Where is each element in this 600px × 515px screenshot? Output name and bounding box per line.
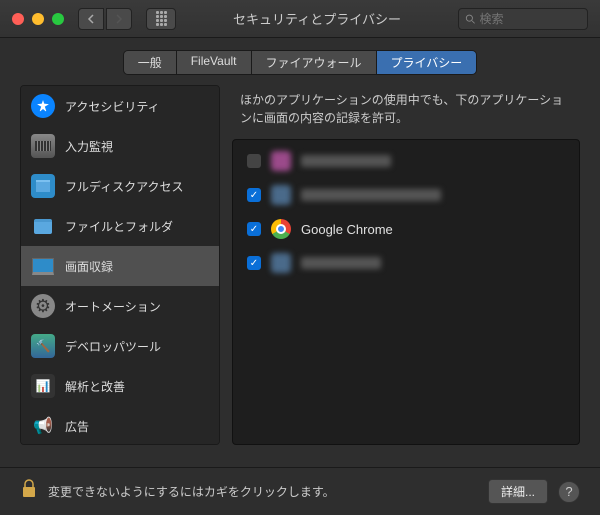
sidebar-item-disk[interactable]: フルディスクアクセス (21, 166, 219, 206)
sidebar-item-dev[interactable]: デベロッパツール (21, 326, 219, 366)
app-list[interactable]: ✓ ✓ Google Chrome ✓ (232, 139, 580, 445)
app-name: Google Chrome (301, 222, 393, 237)
tab-2[interactable]: ファイアウォール (252, 51, 377, 74)
sidebar-item-accessibility[interactable]: アクセシビリティ (21, 86, 219, 126)
forward-button (106, 8, 132, 30)
analytics-icon (31, 374, 55, 398)
chrome-icon (271, 219, 291, 239)
app-icon (271, 253, 291, 273)
checkbox[interactable]: ✓ (247, 222, 261, 236)
ads-icon (31, 414, 55, 438)
app-name-redacted (301, 257, 381, 269)
privacy-sidebar[interactable]: アクセシビリティ入力監視フルディスクアクセスファイルとフォルダ画面収録オートメー… (20, 85, 220, 445)
app-row[interactable]: ✓ (233, 246, 579, 280)
screen-icon (31, 254, 55, 278)
search-icon (465, 13, 476, 25)
checkbox[interactable]: ✓ (247, 256, 261, 270)
sidebar-item-label: 画面収録 (65, 258, 113, 275)
sidebar-item-analytics[interactable]: 解析と改善 (21, 366, 219, 406)
sidebar-item-label: 広告 (65, 418, 89, 435)
window-title: セキュリティとプライバシー (184, 9, 450, 28)
minimize-button[interactable] (32, 13, 44, 25)
sidebar-item-label: フルディスクアクセス (65, 178, 184, 195)
tab-bar: 一般FileVaultファイアウォールプライバシー (0, 38, 600, 85)
lock-text: 変更できないようにするにはカギをクリックします。 (48, 483, 478, 500)
sidebar-item-label: 解析と改善 (65, 378, 125, 395)
search-field[interactable] (458, 8, 588, 30)
sidebar-item-folder[interactable]: ファイルとフォルダ (21, 206, 219, 246)
sidebar-item-label: 入力監視 (65, 138, 113, 155)
tab-0[interactable]: 一般 (124, 51, 177, 74)
folder-icon (31, 214, 55, 238)
help-button[interactable]: ? (558, 481, 580, 503)
maximize-button[interactable] (52, 13, 64, 25)
tab-3[interactable]: プライバシー (377, 51, 477, 74)
disk-icon (31, 174, 55, 198)
main-panel: ほかのアプリケーションの使用中でも、下のアプリケーションに画面の内容の記録を許可… (232, 85, 580, 445)
app-name-redacted (301, 189, 441, 201)
dev-icon (31, 334, 55, 358)
auto-icon (31, 294, 55, 318)
window-controls (12, 13, 64, 25)
app-row[interactable] (233, 144, 579, 178)
sidebar-item-label: アクセシビリティ (65, 98, 160, 115)
app-icon (271, 185, 291, 205)
search-input[interactable] (480, 12, 582, 26)
footer: 変更できないようにするにはカギをクリックします。 詳細... ? (0, 467, 600, 515)
nav-buttons (78, 8, 132, 30)
sidebar-item-label: ファイルとフォルダ (65, 218, 173, 235)
lock-icon[interactable] (20, 479, 38, 504)
close-button[interactable] (12, 13, 24, 25)
checkbox[interactable] (247, 154, 261, 168)
sidebar-item-screen[interactable]: 画面収録 (21, 246, 219, 286)
app-row[interactable]: ✓ (233, 178, 579, 212)
permission-description: ほかのアプリケーションの使用中でも、下のアプリケーションに画面の内容の記録を許可… (232, 85, 580, 139)
sidebar-item-label: デベロッパツール (65, 338, 161, 355)
accessibility-icon (31, 94, 55, 118)
app-row[interactable]: ✓ Google Chrome (233, 212, 579, 246)
tab-1[interactable]: FileVault (177, 51, 252, 74)
input-icon (31, 134, 55, 158)
sidebar-item-ads[interactable]: 広告 (21, 406, 219, 445)
details-button[interactable]: 詳細... (488, 479, 548, 504)
sidebar-item-label: オートメーション (65, 298, 161, 315)
sidebar-item-auto[interactable]: オートメーション (21, 286, 219, 326)
app-icon (271, 151, 291, 171)
titlebar: セキュリティとプライバシー (0, 0, 600, 38)
checkbox[interactable]: ✓ (247, 188, 261, 202)
sidebar-item-input[interactable]: 入力監視 (21, 126, 219, 166)
back-button[interactable] (78, 8, 104, 30)
app-name-redacted (301, 155, 391, 167)
show-all-button[interactable] (146, 8, 176, 30)
